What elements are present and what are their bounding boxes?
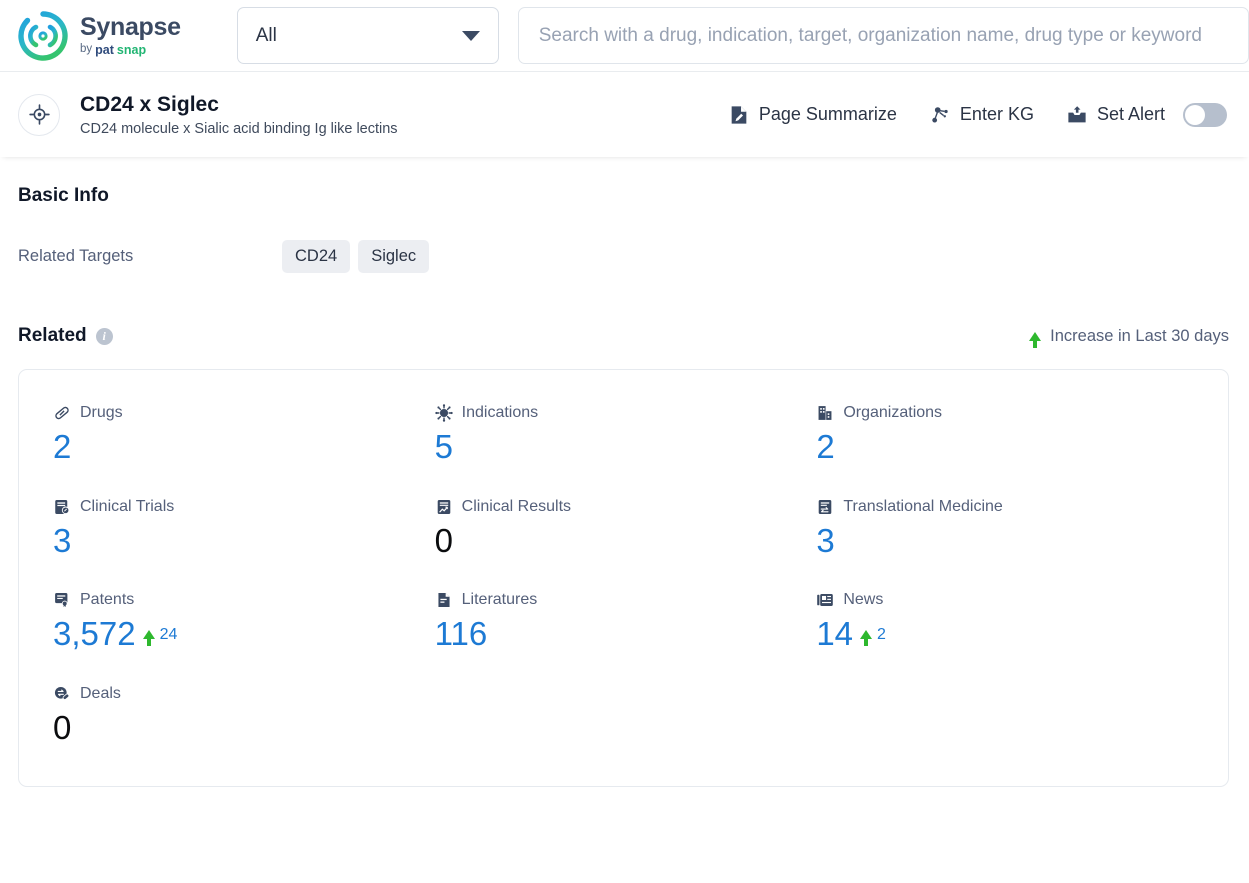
brand-logo-area[interactable]: Synapse by pat snap [18, 10, 181, 61]
related-targets-row: Related Targets CD24 Siglec [18, 240, 1229, 273]
stat-label: Organizations [843, 404, 943, 421]
stat-value[interactable]: 3 [816, 523, 834, 559]
deals-icon [53, 685, 71, 703]
search-input[interactable] [536, 23, 1230, 48]
stat-clinical-trials[interactable]: Clinical Trials 3 [53, 498, 435, 559]
virus-icon [434, 404, 453, 422]
info-icon[interactable]: i [95, 327, 113, 345]
stat-value[interactable]: 2 [53, 429, 71, 465]
set-alert-label: Set Alert [1096, 104, 1165, 124]
clinical-result-icon [435, 498, 453, 516]
stat-label: Patents [80, 591, 135, 609]
stat-label: News [843, 591, 884, 609]
brand-name: Synapse [80, 12, 181, 41]
basic-info-title: Basic Info [18, 185, 109, 206]
stat-label: Deals [80, 684, 121, 702]
patent-icon [53, 591, 71, 609]
stat-value: 0 [53, 708, 72, 746]
entity-actions: Page Summarize Enter KG Set Alert [728, 102, 1227, 127]
stat-literatures[interactable]: Literatures 116 [435, 591, 817, 652]
stat-patents[interactable]: Patents 3,572 24 [53, 591, 435, 652]
global-search-box[interactable] [517, 7, 1249, 64]
stat-value[interactable]: 3 [53, 523, 71, 559]
toggle-knob [1185, 104, 1205, 125]
search-scope-value: All [255, 24, 277, 46]
stat-value[interactable]: 3,572 [53, 617, 136, 652]
translational-icon [816, 498, 834, 516]
building-icon [816, 404, 834, 422]
page-subtitle: CD24 molecule x Sialic acid binding Ig l… [80, 121, 398, 138]
main-content: Basic Info Related Targets CD24 Siglec R… [0, 157, 1249, 787]
related-title: Related [18, 325, 87, 346]
stat-news[interactable]: News 14 2 [816, 591, 1198, 652]
stat-label: Drugs [80, 404, 123, 421]
stat-label: Literatures [461, 591, 538, 609]
stat-delta-value: 24 [159, 625, 178, 643]
chevron-down-icon [461, 30, 480, 41]
enter-kg-button[interactable]: Enter KG [929, 104, 1034, 126]
target-icon [18, 93, 60, 136]
stat-value[interactable]: 2 [816, 429, 834, 465]
page-summarize-button[interactable]: Page Summarize [728, 104, 897, 126]
stat-label: Translational Medicine [843, 497, 1003, 515]
stat-drugs[interactable]: Drugs 2 [53, 404, 435, 465]
stat-label: Clinical Results [461, 497, 572, 515]
increase-legend: Increase in Last 30 days [1029, 326, 1229, 348]
related-heading: Related i [18, 325, 113, 347]
target-tag[interactable]: Siglec [358, 240, 430, 273]
alert-inbox-icon [1066, 104, 1088, 126]
brand-snap-label: snap [116, 42, 147, 57]
knowledge-graph-icon [929, 104, 951, 126]
related-stats-card: Drugs 2 Indications 5 Organizations 2 Cl… [18, 369, 1229, 787]
stat-delta: 24 [142, 625, 178, 647]
arrow-up-icon [142, 630, 155, 647]
synapse-logo-icon [18, 10, 68, 61]
page-title: CD24 x Siglec [80, 92, 219, 116]
stat-organizations[interactable]: Organizations 2 [816, 404, 1198, 465]
basic-info-heading: Basic Info [18, 185, 1229, 207]
entity-header-bar: CD24 x Siglec CD24 molecule x Sialic aci… [0, 72, 1249, 157]
brand-by-label: by [80, 43, 93, 56]
arrow-up-icon [1029, 331, 1042, 348]
news-icon [816, 591, 834, 609]
page-summarize-icon [728, 104, 750, 126]
stat-indications[interactable]: Indications 5 [435, 404, 817, 465]
related-targets-label: Related Targets [18, 247, 134, 265]
clinical-trial-icon [53, 498, 71, 516]
search-scope-select[interactable]: All [236, 7, 499, 64]
arrow-up-icon [860, 630, 873, 647]
stat-label: Clinical Trials [80, 497, 175, 515]
stat-value[interactable]: 116 [435, 617, 488, 652]
stat-label: Indications [461, 404, 539, 421]
stat-deals[interactable]: Deals 0 [53, 685, 435, 746]
page-summarize-label: Page Summarize [758, 104, 897, 124]
related-section-header: Related i Increase in Last 30 days [18, 325, 1229, 348]
brand-pat-label: pat [95, 42, 114, 57]
target-tag[interactable]: CD24 [282, 240, 351, 273]
stat-clinical-results[interactable]: Clinical Results 0 [435, 498, 817, 559]
enter-kg-label: Enter KG [959, 104, 1034, 124]
stat-value[interactable]: 14 [816, 617, 853, 652]
related-targets-tags: CD24 Siglec [282, 240, 430, 273]
stat-delta: 2 [860, 625, 886, 647]
top-navigation-bar: Synapse by pat snap All [0, 0, 1249, 72]
stat-translational-medicine[interactable]: Translational Medicine 3 [816, 498, 1198, 559]
increase-legend-label: Increase in Last 30 days [1050, 326, 1229, 345]
set-alert-toggle[interactable] [1183, 102, 1227, 127]
stat-value[interactable]: 5 [435, 429, 453, 465]
pill-icon [53, 404, 71, 422]
stat-value: 0 [434, 521, 454, 559]
set-alert-button[interactable]: Set Alert [1066, 102, 1227, 127]
stat-delta-value: 2 [877, 625, 886, 643]
literature-icon [435, 591, 453, 609]
brand-tagline: by pat snap [80, 44, 181, 57]
